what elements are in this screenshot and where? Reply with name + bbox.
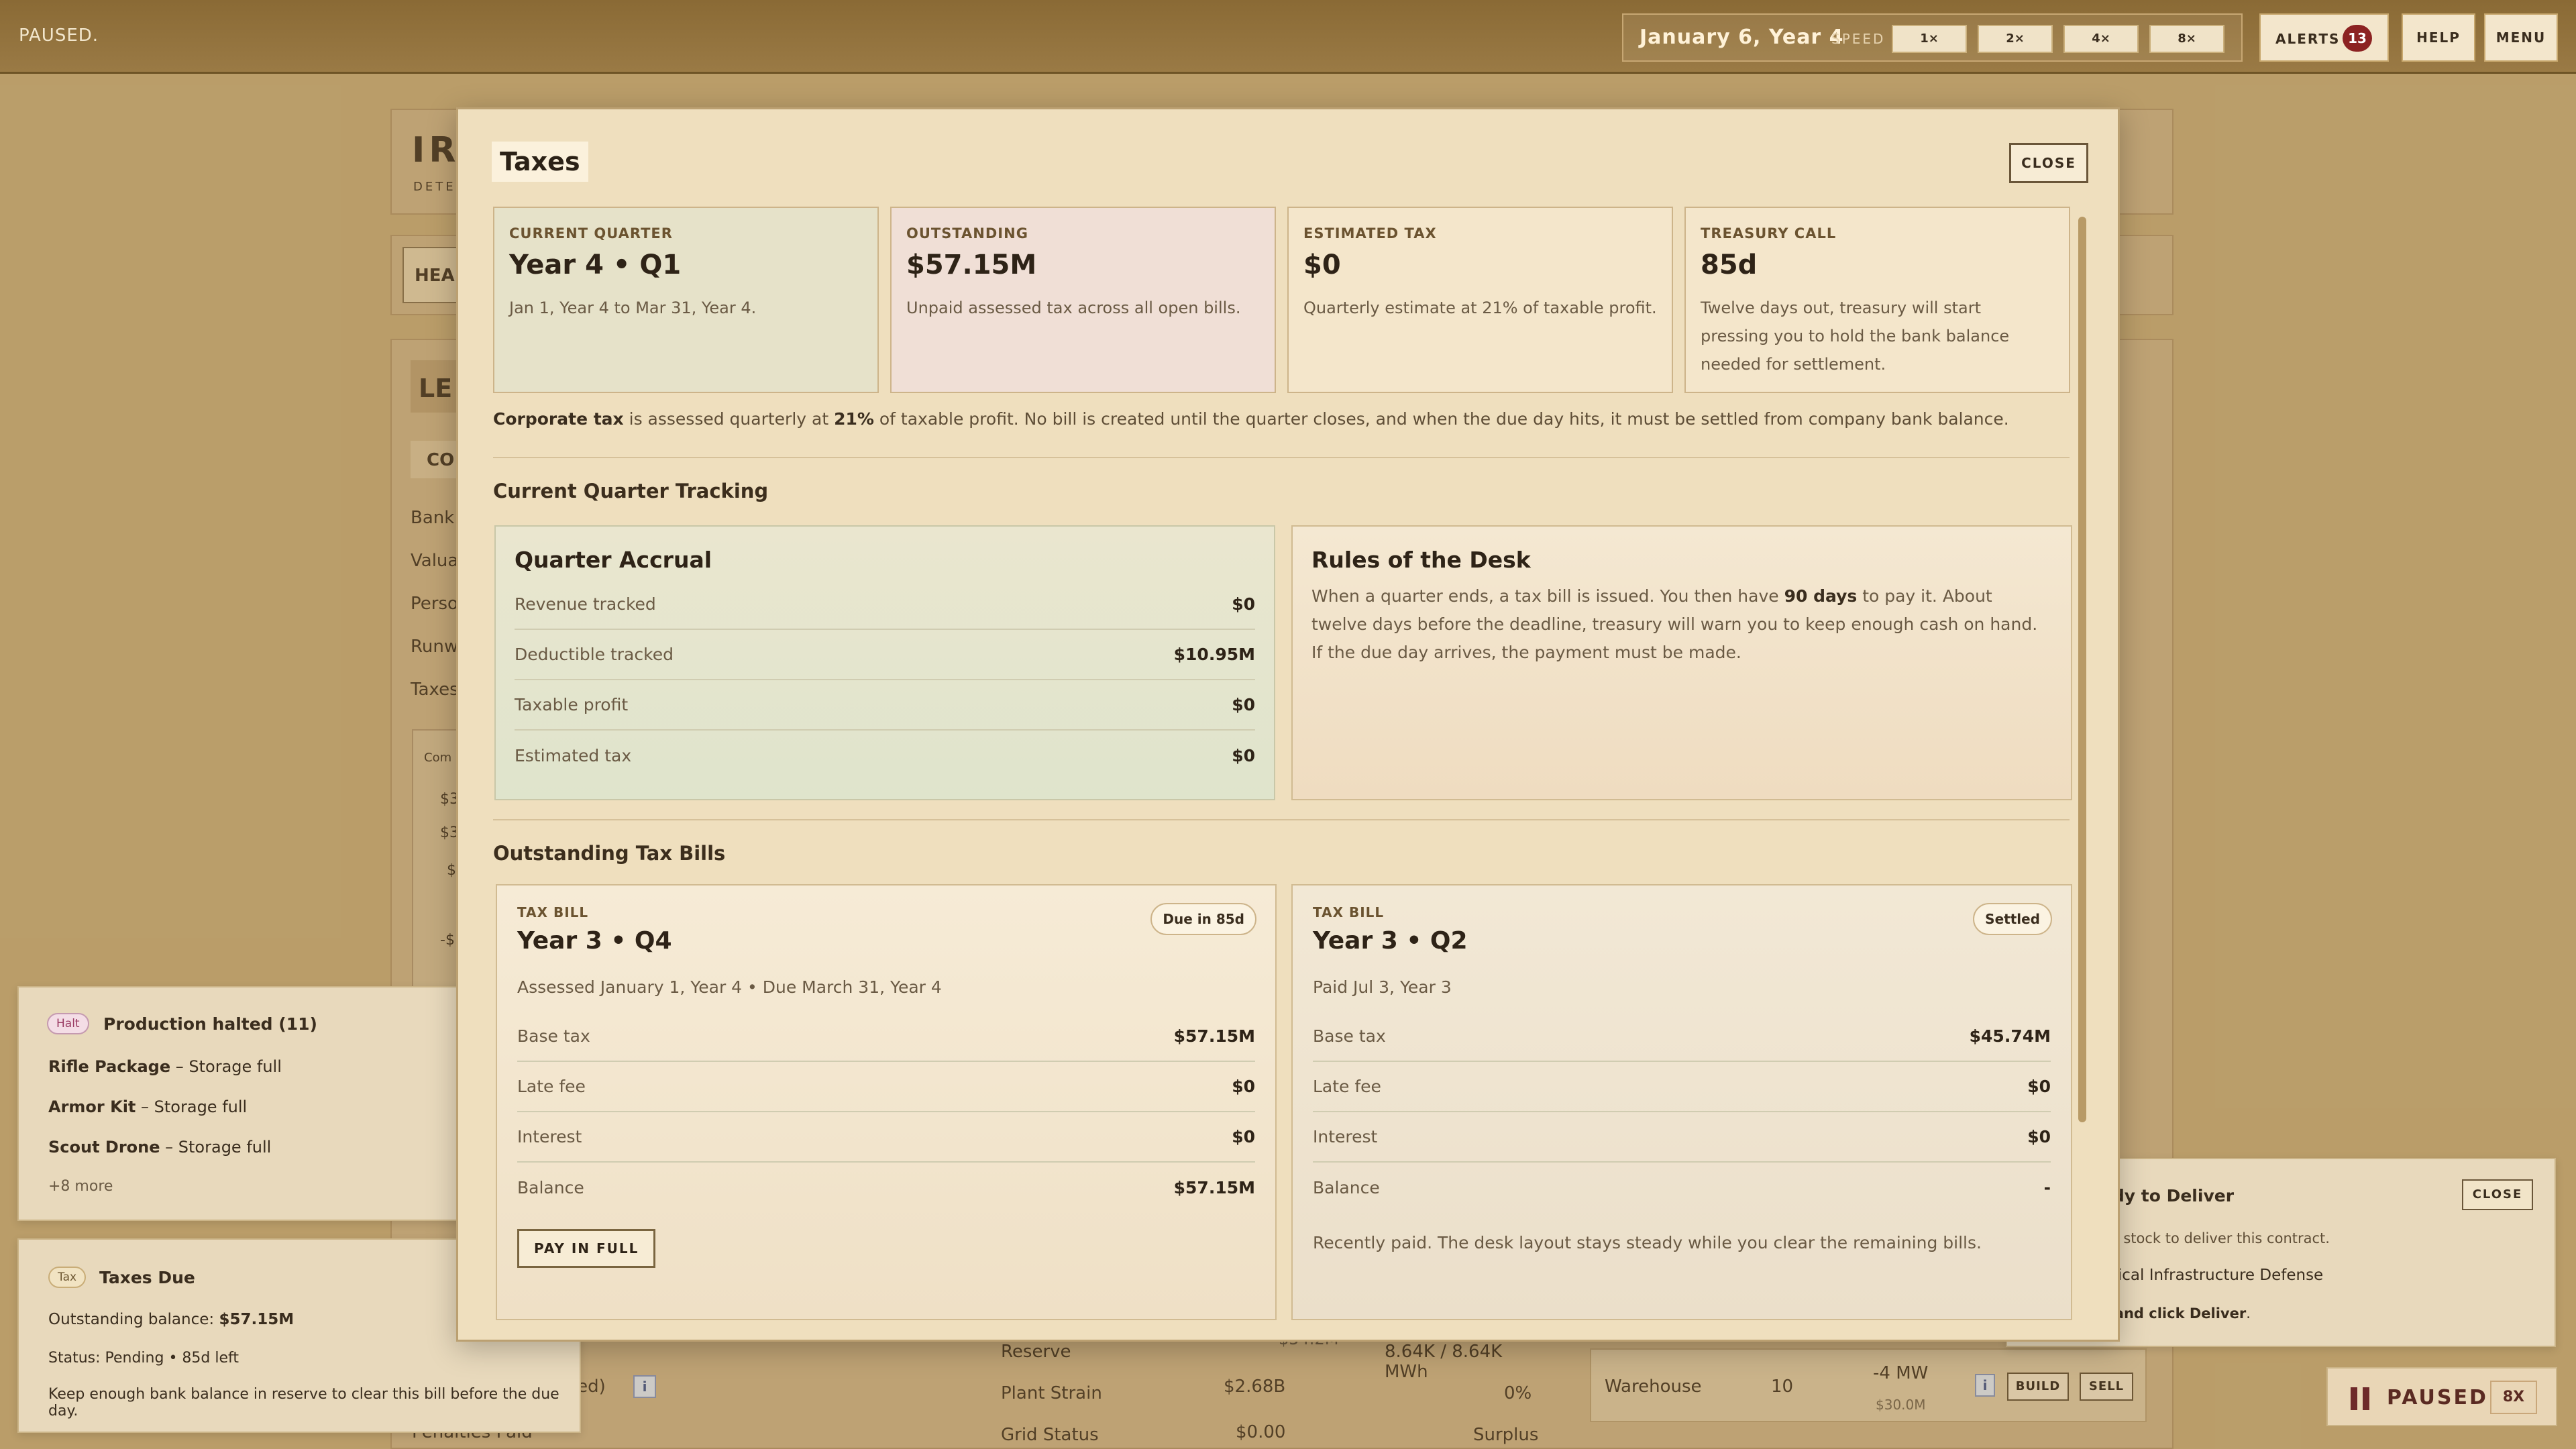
stat-desc: Twelve days out, treasury will start pre… (1701, 299, 2010, 374)
corporate-tax-note: Corporate tax is assessed quarterly at 2… (493, 409, 2009, 429)
tracking-section-title: Current Quarter Tracking (493, 480, 769, 502)
halt-chip: Halt (47, 1013, 89, 1034)
toast-title: Production halted (11) (103, 1014, 317, 1034)
deliver-instruction: s and click Deliver. (2101, 1305, 2251, 1322)
halted-item: Scout Drone – Storage full (48, 1138, 272, 1157)
stat-desc: Unpaid assessed tax across all open bill… (906, 299, 1241, 317)
alerts-count-badge: 13 (2343, 25, 2372, 52)
deliver-line: gh stock to deliver this contract. (2101, 1230, 2330, 1246)
modal-title: Taxes (492, 142, 588, 182)
stat-value: 85d (1701, 250, 1758, 280)
bill-rows: Base tax $45.74M Late fee $0 Interest $0 Ba… (1313, 1012, 2051, 1213)
help-button[interactable]: HELP (2402, 13, 2475, 62)
bills-section-title: Outstanding Tax Bills (493, 842, 726, 865)
tax-hint: Keep enough bank balance in reserve to c… (48, 1386, 559, 1419)
stat-desc: Jan 1, Year 4 to Mar 31, Year 4. (509, 299, 757, 317)
bill-row: Base tax $45.74M (1313, 1012, 2051, 1062)
close-button[interactable]: CLOSE (2009, 143, 2088, 183)
due-badge: Due in 85d (1150, 903, 1256, 935)
bill-row: Balance $57.15M (517, 1178, 1255, 1197)
stat-card-outstanding: OUTSTANDING $57.15M Unpaid assessed tax … (890, 207, 1276, 393)
bill-rows: Base tax $57.15M Late fee $0 Interest $0 Ba… (517, 1012, 1255, 1213)
stat-value: Year 4 • Q1 (509, 250, 682, 280)
date-speed-panel: January 6, Year 4 SPEED 1× 2× 4× 8× (1622, 13, 2243, 62)
pause-icon (2351, 1387, 2372, 1410)
speed-8x-button[interactable]: 8× (2149, 25, 2224, 53)
modal-scrollbar[interactable] (2078, 217, 2086, 1122)
contract-name: ritical Infrastructure Defense (2101, 1267, 2324, 1284)
speed-1x-button[interactable]: 1× (1892, 25, 1967, 53)
accrual-title: Quarter Accrual (515, 547, 712, 573)
bill-desc: Paid Jul 3, Year 3 (1313, 977, 1452, 997)
bill-kind: TAX BILL (1313, 904, 1385, 920)
rules-of-the-desk-card: Rules of the Desk When a quarter ends, a… (1291, 525, 2072, 800)
stat-card-current-quarter: CURRENT QUARTER Year 4 • Q1 Jan 1, Year … (493, 207, 879, 393)
rules-text: When a quarter ends, a tax bill is issue… (1311, 586, 2038, 662)
tax-bill-card: TAX BILL Year 3 • Q4 Due in 85d Assessed… (496, 884, 1277, 1320)
speed-label: SPEED (1831, 31, 1886, 47)
bill-desc: Assessed January 1, Year 4 • Due March 3… (517, 977, 942, 997)
toast-title: ady to Deliver (2101, 1186, 2235, 1205)
halted-item: Rifle Package – Storage full (48, 1057, 282, 1076)
close-toast-button[interactable]: CLOSE (2462, 1179, 2533, 1210)
speed-2x-button[interactable]: 2× (1978, 25, 2053, 53)
pay-in-full-button[interactable]: PAY IN FULL (517, 1229, 656, 1268)
bill-note: Recently paid. The desk layout stays ste… (1313, 1233, 1982, 1252)
bill-kind: TAX BILL (517, 904, 589, 920)
stat-value: $0 (1303, 250, 1341, 280)
bill-row: Balance - (1313, 1178, 2051, 1197)
stat-key: OUTSTANDING (906, 225, 1028, 241)
settled-badge: Settled (1973, 903, 2052, 935)
stat-key: CURRENT QUARTER (509, 225, 673, 241)
stat-desc: Quarterly estimate at 21% of taxable pro… (1303, 299, 1657, 317)
pause-status-bar[interactable]: PAUSED 8X (2326, 1367, 2557, 1426)
game-date: January 6, Year 4 (1640, 25, 1844, 49)
accrual-row: Revenue tracked $0 (515, 580, 1255, 630)
speed-4x-button[interactable]: 4× (2063, 25, 2139, 53)
paused-label: PAUSED (2387, 1386, 2488, 1409)
stat-value: $57.15M (906, 250, 1037, 280)
stat-card-treasury-call: TREASURY CALL 85d Twelve days out, treas… (1684, 207, 2070, 393)
pause-status: PAUSED. (19, 25, 99, 46)
accrual-rows: Revenue tracked $0 Deductible tracked $10.… (515, 580, 1255, 781)
tax-status-line: Status: Pending • 85d left (48, 1350, 239, 1366)
bill-row: Late fee $0 (517, 1062, 1255, 1112)
rules-title: Rules of the Desk (1311, 547, 1531, 573)
stat-card-estimated-tax: ESTIMATED TAX $0 Quarterly estimate at 2… (1287, 207, 1673, 393)
tax-bill-card: TAX BILL Year 3 • Q2 Settled Paid Jul 3,… (1291, 884, 2072, 1320)
divider (493, 819, 2070, 820)
tax-chip: Tax (48, 1267, 87, 1288)
menu-button[interactable]: MENU (2484, 13, 2558, 62)
toast-title: Taxes Due (99, 1268, 195, 1287)
accrual-row: Taxable profit $0 (515, 680, 1255, 731)
accrual-row: Deductible tracked $10.95M (515, 630, 1255, 680)
alerts-label: ALERTS (2275, 31, 2341, 47)
bill-title: Year 3 • Q4 (517, 927, 672, 955)
bill-row: Interest $0 (1313, 1112, 2051, 1163)
quarter-accrual-card: Quarter Accrual Revenue tracked $0 Deduct… (494, 525, 1275, 800)
top-bar: PAUSED. January 6, Year 4 SPEED 1× 2× 4×… (0, 0, 2576, 74)
production-halted-toast: Halt Production halted (11) Rifle Packag… (17, 986, 487, 1221)
bill-row: Interest $0 (517, 1112, 1255, 1163)
alerts-button[interactable]: ALERTS 13 (2259, 13, 2389, 62)
stat-key: TREASURY CALL (1701, 225, 1837, 241)
halted-item: Armor Kit – Storage full (48, 1097, 248, 1116)
more-items-link[interactable]: +8 more (48, 1178, 113, 1195)
bill-title: Year 3 • Q2 (1313, 927, 1468, 955)
bill-row: Late fee $0 (1313, 1062, 2051, 1112)
bill-row: Base tax $57.15M (517, 1012, 1255, 1062)
accrual-row: Estimated tax $0 (515, 746, 1255, 765)
outstanding-balance-line: Outstanding balance: $57.15M (48, 1311, 294, 1328)
speed-indicator[interactable]: 8X (2490, 1381, 2537, 1414)
divider (493, 457, 2070, 458)
stat-key: ESTIMATED TAX (1303, 225, 1437, 241)
taxes-modal: Taxes CLOSE CURRENT QUARTER Year 4 • Q1 … (456, 107, 2120, 1342)
